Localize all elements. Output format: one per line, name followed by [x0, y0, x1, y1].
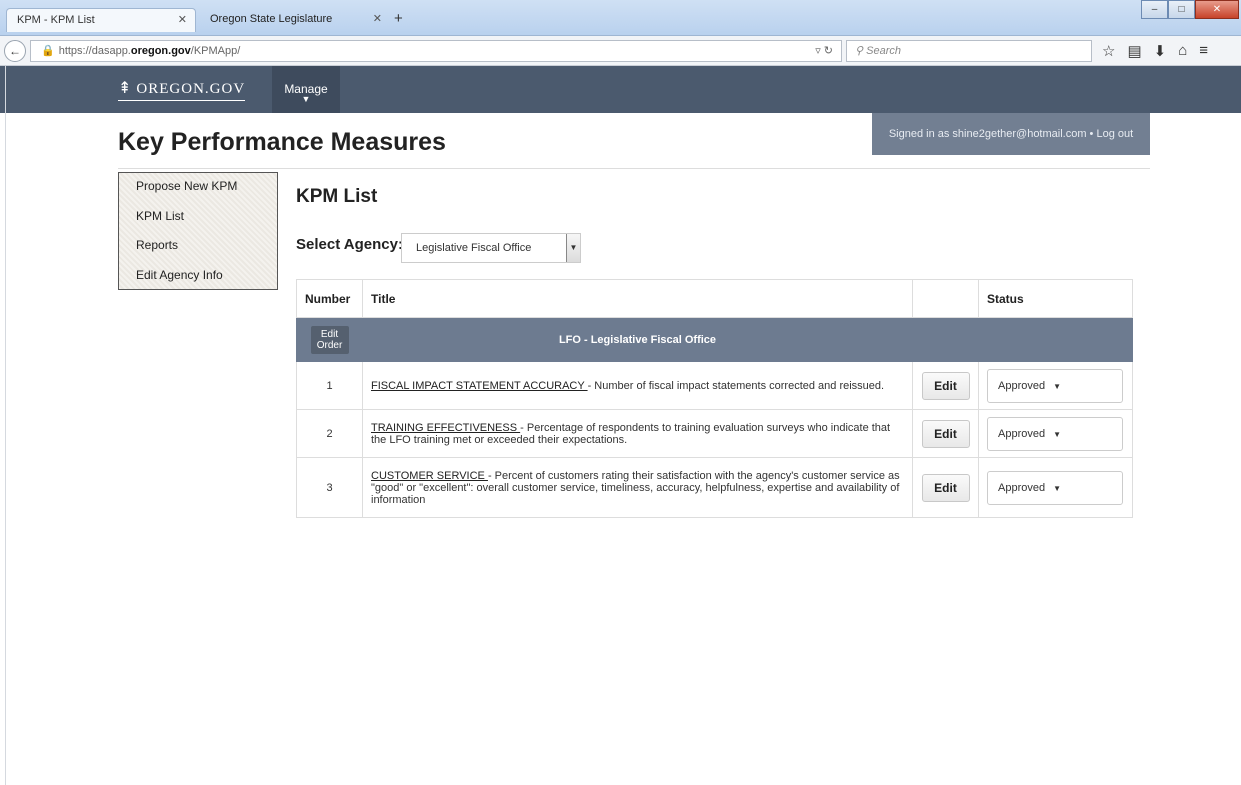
sidebar-item-kpm-list[interactable]: KPM List	[136, 209, 277, 239]
title-divider	[118, 168, 1150, 169]
col-status: Status	[978, 279, 1133, 318]
kpm-title-link[interactable]: TRAINING EFFECTIVENESS	[371, 422, 520, 434]
row-status: Approved ▼	[978, 409, 1133, 458]
row-title: FISCAL IMPACT STATEMENT ACCURACY - Numbe…	[362, 361, 913, 410]
caret-down-icon: ▼	[1053, 429, 1062, 439]
window-controls: – □ ✕	[1141, 0, 1239, 19]
table-header-row: Number Title Status	[296, 279, 1133, 318]
manage-menu[interactable]: Manage ▼	[272, 66, 340, 113]
row-number: 3	[296, 457, 363, 518]
section-title: KPM List	[296, 186, 378, 207]
kpm-title-link[interactable]: FISCAL IMPACT STATEMENT ACCURACY	[371, 380, 588, 392]
kpm-table: Number Title Status Edit Order LFO - Legi…	[296, 279, 1133, 518]
col-number: Number	[296, 279, 363, 318]
group-empty	[912, 317, 979, 362]
row-number: 1	[296, 361, 363, 410]
menu-icon[interactable]: ≡	[1199, 42, 1208, 60]
row-title: CUSTOMER SERVICE - Percent of customers …	[362, 457, 913, 518]
browser-nav-bar: ← 🔒 https://dasapp.oregon.gov/KPMApp/ ▿ ↻…	[0, 36, 1241, 66]
tab-label: Oregon State Legislature	[210, 13, 333, 25]
row-actions: Edit	[912, 361, 979, 410]
status-dropdown[interactable]: Approved ▼	[987, 470, 1123, 505]
table-row: 1 FISCAL IMPACT STATEMENT ACCURACY - Num…	[296, 361, 1133, 410]
row-actions: Edit	[912, 457, 979, 518]
download-icon[interactable]: ⬇	[1154, 42, 1167, 60]
caret-down-icon: ▼	[1053, 483, 1062, 493]
sidebar-nav: Propose New KPM KPM List Reports Edit Ag…	[118, 172, 278, 290]
status-value: Approved	[998, 379, 1046, 392]
agency-label: Select Agency:	[296, 236, 403, 253]
signed-in-banner[interactable]: Signed in as shine2gether@hotmail.com • …	[872, 113, 1150, 155]
caret-down-icon: ▼	[1053, 381, 1062, 391]
url-path: /KPMApp/	[190, 45, 241, 57]
group-cell: Edit Order	[296, 317, 363, 362]
reload-icon[interactable]: ▿ ↻	[815, 41, 833, 61]
maximize-icon[interactable]: □	[1168, 0, 1195, 19]
close-icon[interactable]: ✕	[178, 9, 187, 31]
lock-icon: 🔒	[41, 45, 55, 57]
browser-tab-bar: KPM - KPM List ✕ Oregon State Legislatur…	[0, 0, 1241, 36]
logo-text: OREGON.GOV	[136, 81, 246, 97]
oregon-gov-logo[interactable]: ⇞ OREGON.GOV	[118, 78, 246, 101]
table-row: 3 CUSTOMER SERVICE - Percent of customer…	[296, 457, 1133, 518]
tree-icon: ⇞	[118, 80, 133, 97]
kpm-title-link[interactable]: CUSTOMER SERVICE	[371, 470, 488, 482]
group-empty	[978, 317, 1133, 362]
url-prefix: https://dasapp.	[58, 45, 131, 57]
site-header: ⇞ OREGON.GOV Manage ▼	[0, 66, 1241, 113]
tab-label: KPM - KPM List	[17, 14, 95, 26]
caret-down-icon: ▼	[301, 94, 311, 104]
search-placeholder: Search	[866, 45, 901, 57]
row-status: Approved ▼	[978, 457, 1133, 518]
edit-order-line1: Edit	[320, 328, 339, 340]
page-title: Key Performance Measures	[118, 128, 446, 156]
home-icon[interactable]: ⌂	[1178, 42, 1187, 60]
edit-button[interactable]: Edit	[921, 419, 970, 448]
bookmark-star-icon[interactable]: ☆	[1102, 42, 1115, 60]
minimize-icon[interactable]: –	[1141, 0, 1168, 19]
browser-tab-kpm-list[interactable]: KPM - KPM List ✕	[6, 8, 196, 32]
kpm-description: - Number of fiscal impact statements cor…	[587, 379, 885, 392]
edit-order-button[interactable]: Edit Order	[310, 325, 349, 354]
group-row: Edit Order LFO - Legislative Fiscal Offic…	[296, 317, 1133, 362]
browser-search-input[interactable]: ⚲ Search	[846, 40, 1092, 62]
status-dropdown[interactable]: Approved ▼	[987, 368, 1123, 403]
group-label: LFO - Legislative Fiscal Office	[362, 317, 913, 362]
url-domain: oregon.gov	[130, 45, 191, 57]
dropdown-arrow-icon[interactable]: ▼	[566, 234, 580, 262]
window-close-icon[interactable]: ✕	[1195, 0, 1239, 19]
sidebar-item-propose-new-kpm[interactable]: Propose New KPM	[136, 179, 277, 209]
search-icon: ⚲	[855, 45, 864, 57]
url-bar[interactable]: 🔒 https://dasapp.oregon.gov/KPMApp/ ▿ ↻	[30, 40, 842, 62]
row-status: Approved ▼	[978, 361, 1133, 410]
edit-button[interactable]: Edit	[921, 473, 970, 502]
status-dropdown[interactable]: Approved ▼	[987, 416, 1123, 451]
edit-button[interactable]: Edit	[921, 371, 970, 400]
browser-tab-oregon-legislature[interactable]: Oregon State Legislature ✕	[200, 8, 390, 32]
back-arrow-icon[interactable]: ←	[4, 40, 26, 62]
agency-select[interactable]: Legislative Fiscal Office ▼	[401, 233, 581, 263]
sidebar-item-reports[interactable]: Reports	[136, 238, 277, 268]
status-value: Approved	[998, 481, 1046, 494]
status-value: Approved	[998, 427, 1046, 440]
reading-list-icon[interactable]: ▤	[1127, 42, 1141, 60]
browser-toolbar-icons: ☆ ▤ ⬇ ⌂ ≡	[1102, 42, 1208, 60]
row-actions: Edit	[912, 409, 979, 458]
row-number: 2	[296, 409, 363, 458]
col-actions	[912, 279, 979, 318]
edit-order-line2: Order	[316, 339, 343, 351]
page-left-border	[5, 66, 6, 785]
agency-select-value: Legislative Fiscal Office	[416, 242, 532, 254]
close-icon[interactable]: ✕	[373, 8, 382, 30]
sidebar-item-edit-agency-info[interactable]: Edit Agency Info	[136, 268, 277, 298]
row-title: TRAINING EFFECTIVENESS - Percentage of r…	[362, 409, 913, 458]
col-title: Title	[362, 279, 913, 318]
new-tab-icon[interactable]: +	[394, 10, 403, 27]
table-row: 2 TRAINING EFFECTIVENESS - Percentage of…	[296, 409, 1133, 458]
